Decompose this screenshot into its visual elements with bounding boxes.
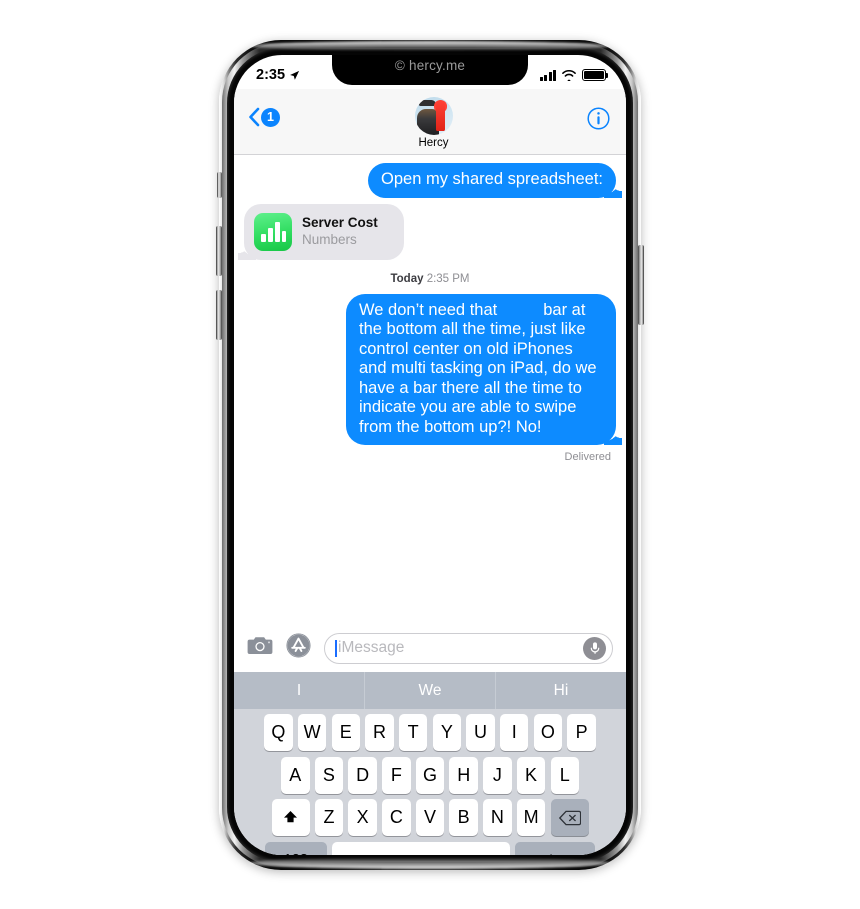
camera-icon [247, 637, 273, 654]
backspace-icon [558, 810, 581, 825]
key-u[interactable]: U [466, 714, 495, 751]
app-store-icon [286, 633, 311, 658]
message-bubble-long[interactable]: We don’t need that bar at the bottom all … [346, 293, 616, 445]
keyboard-row-2: A S D F G H J K L [234, 751, 626, 794]
watermark-text: © hercy.me [394, 58, 466, 73]
keyboard-row-4: 123 space return [234, 836, 626, 855]
mute-switch[interactable] [217, 172, 222, 198]
virtual-keyboard[interactable]: I We Hi Q W E R T Y U I O P A S D F G H … [234, 672, 626, 855]
key-z[interactable]: Z [314, 799, 344, 836]
key-p[interactable]: P [567, 714, 596, 751]
key-r[interactable]: R [365, 714, 394, 751]
contact-name: Hercy [418, 137, 449, 149]
status-time: 2:35 [256, 67, 286, 83]
camera-button[interactable] [247, 635, 273, 661]
key-h[interactable]: H [449, 756, 478, 794]
backspace-key[interactable] [550, 799, 589, 836]
key-a[interactable]: A [281, 756, 310, 794]
attachment-text: Server Cost Numbers [302, 215, 378, 248]
key-t[interactable]: T [398, 714, 428, 751]
return-key[interactable]: return [515, 841, 596, 855]
key-q[interactable]: Q [264, 714, 293, 751]
info-circle-icon [587, 107, 610, 130]
numbers-key[interactable]: 123 [264, 841, 327, 855]
power-button[interactable] [638, 245, 644, 325]
key-g[interactable]: G [415, 756, 445, 794]
message-text-part-1: We don’t need that [359, 300, 498, 319]
dictation-button[interactable] [583, 636, 606, 660]
navigation-bar: 1 Hercy [234, 89, 626, 155]
key-f[interactable]: F [382, 756, 411, 794]
key-i[interactable]: I [499, 714, 529, 751]
message-row-outgoing: Open my shared spreadsheet: [244, 163, 616, 198]
key-l[interactable]: L [550, 756, 579, 794]
status-bar-left: 2:35 [256, 67, 300, 83]
app-store-button[interactable] [286, 633, 311, 663]
message-text-part-2: bar at the bottom all the time, just lik… [359, 300, 597, 436]
key-k[interactable]: K [516, 756, 546, 794]
key-v[interactable]: V [415, 799, 445, 836]
prediction-1[interactable]: We [364, 672, 495, 709]
key-y[interactable]: Y [432, 714, 462, 751]
key-o[interactable]: O [533, 714, 563, 751]
key-m[interactable]: M [516, 799, 546, 836]
info-button[interactable] [587, 107, 610, 135]
timestamp-day: Today [390, 272, 424, 285]
attachment-card[interactable]: Server Cost Numbers [244, 203, 404, 260]
key-w[interactable]: W [297, 714, 327, 751]
key-d[interactable]: D [348, 756, 377, 794]
microphone-icon [590, 642, 599, 654]
message-input-field[interactable]: iMessage [324, 632, 613, 664]
keyboard-row-1: Q W E R T Y U I O P [234, 709, 626, 751]
message-list[interactable]: Open my shared spreadsheet: Server Cost … [234, 155, 626, 672]
space-key[interactable]: space [332, 841, 510, 855]
back-button[interactable]: 1 [248, 107, 280, 127]
contact-header[interactable]: Hercy [414, 97, 453, 149]
unread-badge: 1 [261, 107, 280, 127]
key-x[interactable]: X [348, 799, 377, 836]
predictive-text-bar: I We Hi [234, 672, 626, 709]
key-s[interactable]: S [314, 756, 344, 794]
frame-highlight-top [249, 41, 611, 51]
cellular-signal-icon [539, 69, 556, 81]
status-bar-right [539, 69, 609, 81]
key-c[interactable]: C [382, 799, 411, 836]
wifi-icon [562, 69, 576, 81]
delivery-status: Delivered [564, 451, 611, 463]
phone-screen: © hercy.me 2:35 1 Hercy Open my shared s… [234, 55, 626, 855]
message-timestamp: Today 2:35 PM [244, 273, 616, 285]
frame-highlight-bottom [249, 857, 611, 869]
location-arrow-icon [290, 70, 300, 80]
keyboard-row-3: Z X C V B N M [234, 794, 626, 836]
prediction-2[interactable]: Hi [495, 672, 626, 709]
battery-full-icon [582, 69, 609, 81]
shift-arrow-icon [284, 811, 297, 823]
numbers-app-icon [254, 212, 292, 251]
chevron-left-icon [249, 107, 260, 127]
shift-key[interactable] [271, 799, 310, 836]
prediction-0[interactable]: I [234, 672, 364, 709]
volume-down-button[interactable] [216, 290, 222, 340]
contact-avatar [414, 97, 453, 135]
text-caret [335, 639, 337, 657]
key-b[interactable]: B [449, 799, 478, 836]
key-e[interactable]: E [331, 714, 361, 751]
message-placeholder: iMessage [338, 639, 405, 656]
iphone-device: © hercy.me 2:35 1 Hercy Open my shared s… [216, 40, 644, 870]
attachment-title: Server Cost [302, 215, 378, 230]
volume-up-button[interactable] [216, 226, 222, 276]
key-n[interactable]: N [483, 799, 512, 836]
timestamp-time: 2:35 PM [426, 272, 470, 285]
message-row-outgoing-long: We don’t need that bar at the bottom all … [244, 293, 616, 445]
attachment-app-name: Numbers [302, 232, 357, 247]
message-bubble[interactable]: Open my shared spreadsheet: [368, 163, 616, 198]
device-notch: © hercy.me [332, 55, 528, 85]
key-j[interactable]: J [483, 756, 512, 794]
message-input-bar: iMessage [234, 624, 626, 672]
message-row-incoming: Server Cost Numbers [244, 203, 616, 260]
